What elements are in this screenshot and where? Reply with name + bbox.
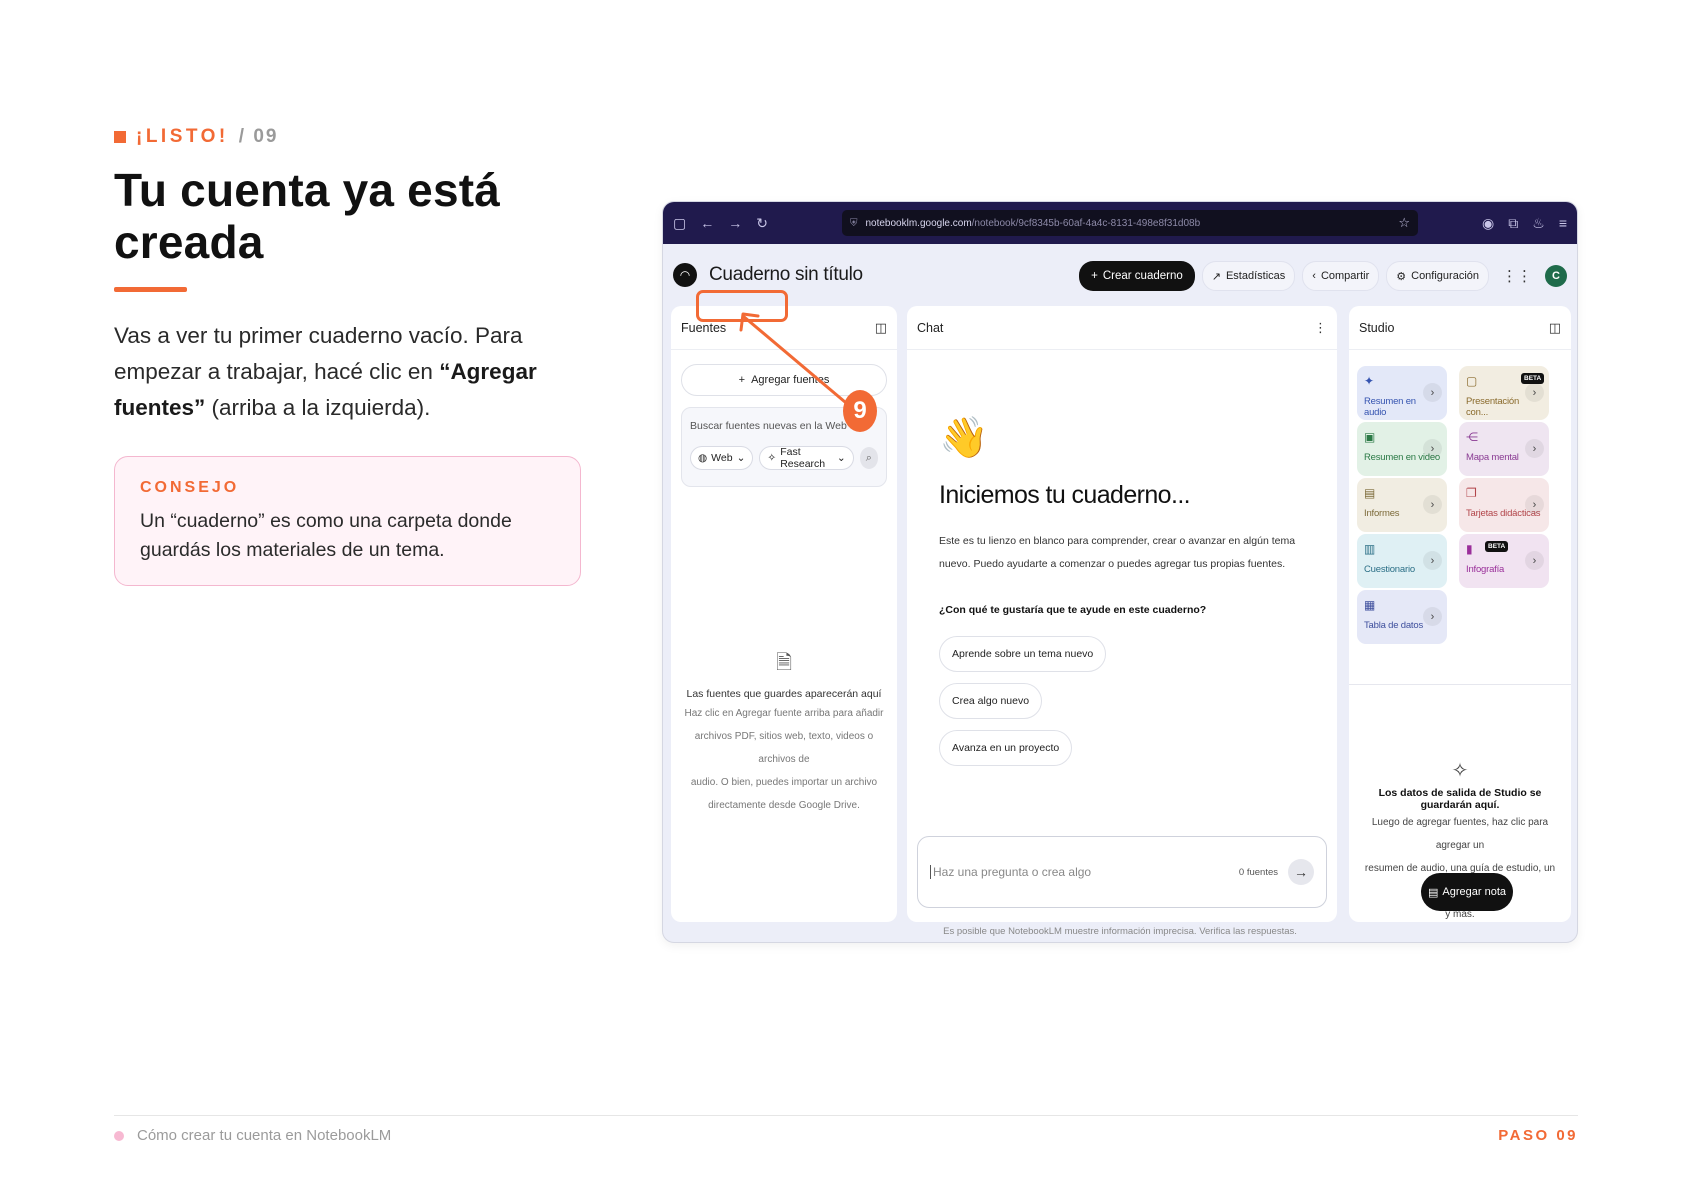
tip-box: CONSEJO Un “cuaderno” es como una carpet… — [114, 456, 581, 586]
tip-body: Un “cuaderno” es como una carpeta donde … — [140, 510, 512, 561]
lead-paragraph: Vas a ver tu primer cuaderno vacío. Para… — [114, 318, 594, 426]
footer-divider — [114, 1115, 1578, 1116]
notebooklm-screenshot: ▢ ← → ↻ ⛨ notebooklm.google.com/notebook… — [662, 201, 1578, 943]
footer-step: PASO 09 — [1498, 1127, 1578, 1144]
eyebrow-square — [114, 131, 126, 143]
footer-dot — [114, 1130, 124, 1141]
footer-left: Cómo crear tu cuenta en NotebookLM — [114, 1127, 391, 1144]
eyebrow: ¡LISTO! / 09 — [114, 126, 278, 148]
tip-label: CONSEJO — [140, 479, 240, 496]
eyebrow-number: / 09 — [238, 126, 279, 147]
lead-part2: (arriba a la izquierda). — [205, 395, 431, 420]
annotation-arrow — [739, 312, 847, 404]
title-underline — [114, 287, 187, 292]
page-title: Tu cuenta ya está creada — [114, 164, 501, 268]
step-number-badge: 9 — [843, 390, 877, 432]
footer-guide-title: Cómo crear tu cuenta en NotebookLM — [137, 1127, 392, 1144]
eyebrow-tag: ¡LISTO! — [136, 126, 229, 147]
